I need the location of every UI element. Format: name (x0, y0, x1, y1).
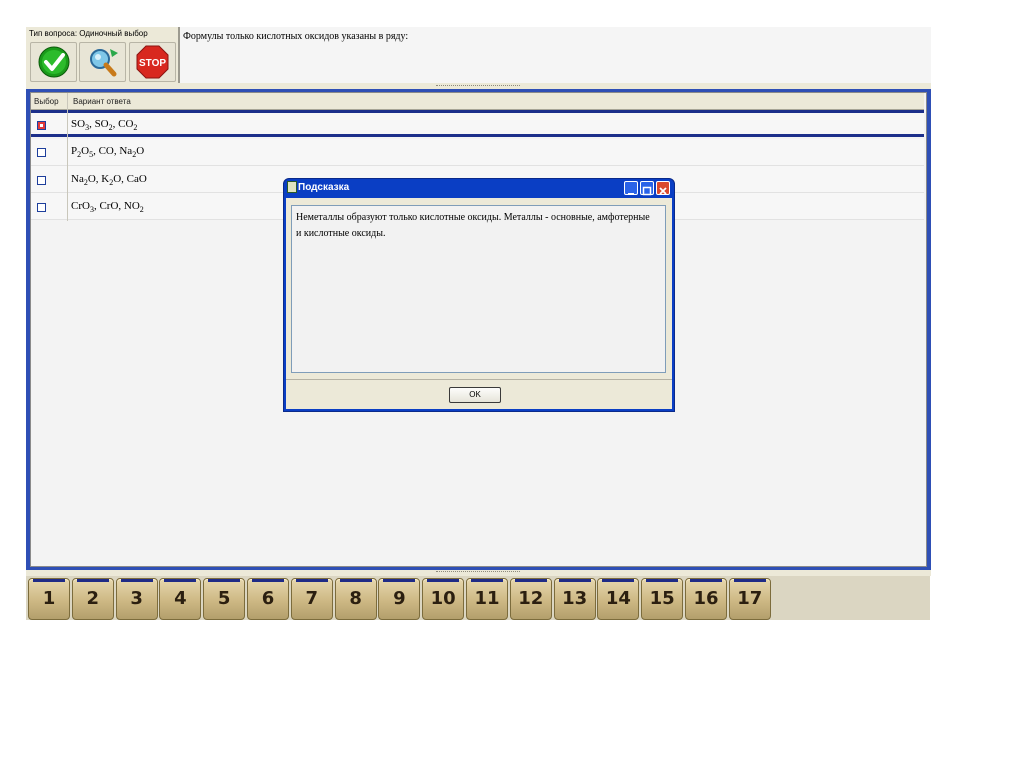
grid-header (31, 93, 924, 110)
button-tab (646, 579, 679, 582)
splitter-grip (436, 571, 520, 574)
minimize-icon (628, 193, 634, 195)
button-tab (602, 579, 635, 582)
answer-row[interactable] (31, 139, 924, 166)
button-tab (295, 579, 328, 582)
button-tab (733, 579, 766, 582)
question-number-button[interactable]: 8 (334, 578, 377, 620)
answer-checkbox[interactable] (37, 176, 46, 185)
button-tab (208, 579, 241, 582)
question-number-button[interactable]: 12 (509, 578, 552, 620)
close-icon (659, 187, 667, 195)
question-number-button[interactable]: 5 (203, 578, 246, 620)
question-number-button[interactable]: 11 (466, 578, 508, 620)
question-number-button[interactable]: 13 (553, 578, 596, 620)
dialog-app-icon (287, 181, 297, 193)
question-number-button[interactable]: 1 (28, 578, 70, 620)
button-tab (164, 579, 197, 582)
question-number-label: 11 (474, 588, 500, 609)
question-number-button[interactable]: 15 (641, 578, 684, 620)
column-header-choice: Выбор (34, 97, 59, 106)
answer-checkbox[interactable] (37, 121, 46, 130)
stop-sign-icon: STOP (136, 45, 169, 79)
question-number-label: 15 (649, 588, 675, 609)
question-number-button[interactable]: 9 (378, 578, 421, 620)
button-tab (339, 579, 372, 582)
button-tab (120, 579, 153, 582)
question-type-label: Тип вопроса: Одиночный выбор (29, 29, 148, 38)
maximize-button[interactable] (640, 181, 654, 196)
answer-option-text: CrO3, CrO, NO2 (71, 200, 144, 215)
question-number-label: 13 (562, 588, 588, 609)
hint-text: Неметаллы образуют только кислотные окси… (296, 212, 650, 239)
button-tab (252, 579, 284, 582)
button-tab (76, 579, 109, 582)
button-tab (427, 579, 460, 582)
column-divider (67, 93, 68, 221)
button-tab (690, 579, 722, 582)
maximize-icon (642, 186, 652, 196)
question-number-button[interactable]: 4 (159, 578, 202, 620)
question-number-label: 7 (305, 588, 319, 609)
question-number-label: 3 (130, 588, 143, 609)
question-number-button[interactable]: 14 (597, 578, 640, 620)
question-number-button[interactable]: 7 (290, 578, 333, 620)
question-number-button[interactable]: 17 (728, 578, 771, 620)
button-tab (471, 579, 503, 582)
question-number-label: 9 (393, 588, 406, 609)
question-number-label: 12 (518, 588, 544, 609)
dialog-separator (286, 379, 672, 380)
button-tab (383, 579, 416, 582)
answer-checkbox[interactable] (37, 203, 46, 212)
question-number-label: 14 (605, 588, 631, 609)
question-number-label: 17 (737, 588, 763, 609)
button-tab (514, 579, 547, 582)
button-tab (558, 579, 591, 582)
button-tab (33, 579, 65, 582)
hint-button[interactable] (79, 42, 126, 82)
question-text: Формулы только кислотных оксидов указаны… (183, 31, 409, 42)
answer-checkbox[interactable] (37, 148, 46, 157)
question-number-button[interactable]: 3 (115, 578, 158, 620)
stop-button[interactable]: STOP (129, 42, 176, 82)
question-number-label: 16 (693, 588, 719, 609)
question-number-label: 5 (217, 588, 231, 609)
hint-magnifier-icon (90, 49, 118, 77)
question-number-label: 1 (42, 588, 56, 609)
answer-option-text: Na2O, K2O, CaO (71, 173, 147, 188)
confirm-check-icon (38, 46, 70, 78)
ok-button[interactable]: OK (449, 387, 501, 403)
dialog-title: Подсказка (298, 182, 350, 193)
question-number-button[interactable]: 16 (685, 578, 727, 620)
question-number-button[interactable]: 6 (247, 578, 289, 620)
column-header-answer: Вариант ответа (73, 97, 131, 106)
question-number-button[interactable]: 10 (422, 578, 465, 620)
question-number-button[interactable]: 2 (71, 578, 114, 620)
answer-option-text: SO3, SO2, CO2 (71, 118, 138, 133)
question-number-label: 6 (261, 588, 275, 609)
splitter-grip (436, 85, 520, 88)
minimize-button[interactable] (624, 181, 638, 195)
confirm-answer-button[interactable] (30, 42, 77, 82)
answer-option-text: P2O5, CO, Na2O (71, 145, 145, 160)
close-button[interactable] (656, 181, 670, 195)
question-number-label: 4 (174, 588, 187, 609)
question-number-label: 2 (86, 588, 100, 609)
question-number-label: 8 (349, 588, 362, 609)
answer-row[interactable] (31, 110, 924, 137)
question-number-label: 10 (430, 588, 456, 609)
stop-label: STOP (139, 58, 166, 69)
